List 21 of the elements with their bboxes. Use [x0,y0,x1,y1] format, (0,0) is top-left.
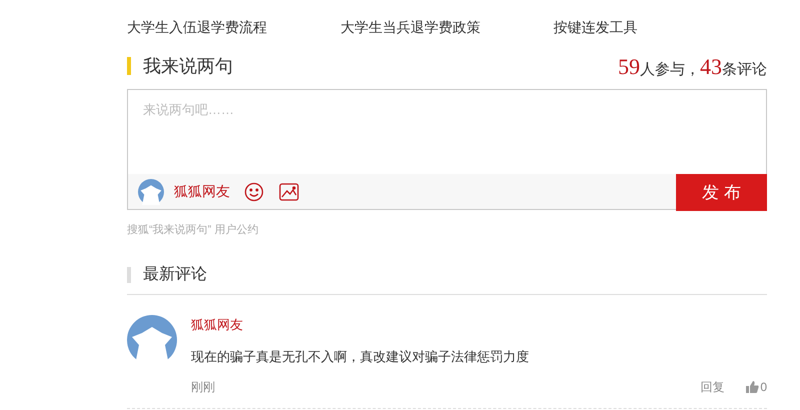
emoji-icon[interactable] [244,182,264,202]
image-icon[interactable] [279,182,299,200]
section-title: 我来说两句 [143,54,233,78]
user-avatar [138,178,164,204]
comment-text: 现在的骗子真是无孔不入啊，真改建议对骗子法律惩罚力度 [191,348,530,366]
reply-link[interactable]: 回复 [700,378,724,396]
comment-count: 43 [700,52,722,80]
submit-button[interactable]: 发 布 [676,174,767,211]
related-link[interactable]: 大学生入伍退学费流程 [127,16,267,38]
commenter-name[interactable]: 狐狐网友 [191,315,243,334]
related-link[interactable]: 按键连发工具 [554,16,638,38]
user-name: 狐狐网友 [174,182,230,201]
comment-label: 条评论 [722,60,767,80]
commenter-avatar [127,315,177,365]
like-count: 0 [760,379,767,396]
participant-count: 59 [618,52,640,80]
related-link[interactable]: 大学生当兵退学费政策 [340,16,480,38]
section-title: 最新评论 [143,264,207,285]
thumbs-up-icon[interactable] [746,381,760,393]
comment-time: 刚刚 [191,379,215,396]
participant-label: 人参与， [640,60,700,80]
